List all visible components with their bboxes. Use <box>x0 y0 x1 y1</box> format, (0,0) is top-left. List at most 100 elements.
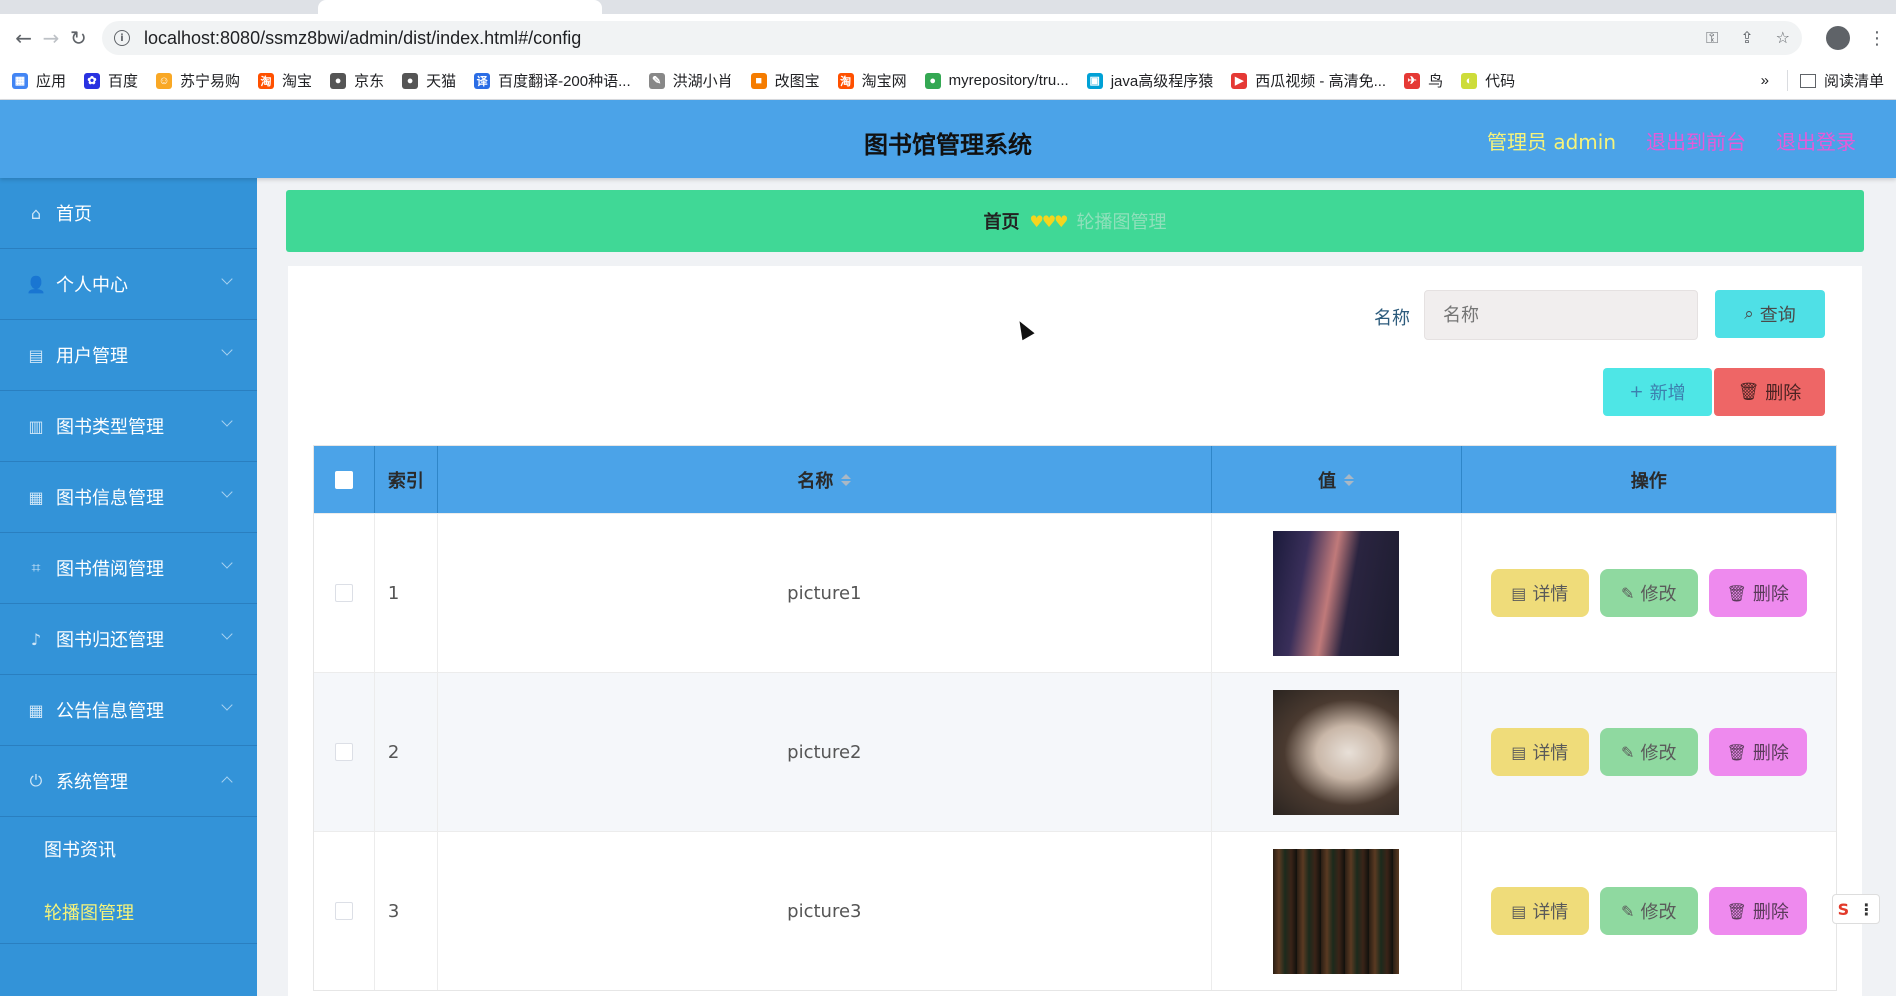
profile-avatar[interactable] <box>1825 26 1850 50</box>
column-header-ops: 操作 <box>1630 470 1667 492</box>
delete-button-label: 删除 <box>1752 902 1789 923</box>
bookmark-item[interactable]: 淘淘宝 <box>258 70 312 91</box>
bookmarks-more-icon[interactable]: » <box>1761 72 1769 89</box>
chevron-down-icon <box>221 557 233 569</box>
bookmark-icon: 淘 <box>837 72 854 89</box>
bookmark-label: 百度 <box>108 73 139 90</box>
forward-icon[interactable]: → <box>37 23 64 53</box>
exit-to-front-link[interactable]: 退出到前台 <box>1646 126 1746 155</box>
bookmark-item[interactable]: ✈ 鸟 <box>1404 70 1443 91</box>
sort-icon[interactable] <box>841 473 852 486</box>
bookmark-icon: ▶ <box>1231 72 1248 89</box>
bookmark-label: 淘宝网 <box>861 73 907 90</box>
admin-label: 管理员 admin <box>1486 130 1616 154</box>
delete-button[interactable]: 🗑 删除 <box>1708 887 1807 935</box>
bookmark-item[interactable]: ◐ 代码 <box>1461 70 1515 91</box>
bookmark-item[interactable]: ■ 改图宝 <box>750 70 820 91</box>
bookmark-icon: ● <box>402 72 419 89</box>
reload-icon[interactable]: ↻ <box>65 23 92 53</box>
chevron-down-icon <box>221 699 233 711</box>
column-header-name[interactable]: 名称 <box>438 446 1212 513</box>
sort-icon[interactable] <box>1344 473 1355 486</box>
bookmark-item[interactable]: ▣ java高级程序猿 <box>1086 70 1213 91</box>
bookmark-item[interactable]: ▶ 西瓜视频 - 高清免... <box>1231 70 1386 91</box>
trash-icon: 🗑 <box>1726 901 1747 921</box>
sidebar-item[interactable]: ⌂ 首页 <box>0 178 257 249</box>
address-url[interactable]: localhost:8080/ssmz8bwi/admin/dist/index… <box>144 28 581 49</box>
ime-s-icon[interactable]: S <box>1838 900 1850 919</box>
back-icon[interactable]: ← <box>10 23 37 53</box>
delete-button[interactable]: 🗑 删除 <box>1708 569 1807 617</box>
edit-icon: ✎ <box>1621 901 1635 921</box>
bookmark-label: 改图宝 <box>774 73 820 90</box>
bookmark-item[interactable]: ✿ 百度 <box>84 70 138 91</box>
share-icon[interactable]: ⇪ <box>1740 28 1753 48</box>
site-info-icon[interactable]: i <box>113 30 130 46</box>
star-icon[interactable]: ☆ <box>1776 28 1790 48</box>
apps-icon: ▦ <box>28 700 44 720</box>
search-input[interactable] <box>1424 290 1698 340</box>
bookmark-item[interactable]: ● 京东 <box>330 70 384 91</box>
sidebar-item[interactable]: ▥ 图书类型管理 <box>0 391 257 462</box>
sidebar-item[interactable]: ▦ 图书信息管理 <box>0 462 257 533</box>
delete-button[interactable]: 🗑 删除 <box>1708 728 1807 776</box>
edit-button[interactable]: ✎ 修改 <box>1599 728 1698 776</box>
sidebar-item[interactable]: ▤ 用户管理 <box>0 320 257 391</box>
bookmark-item[interactable]: ✎ 洪湖小肖 <box>648 70 733 91</box>
bookmark-item[interactable]: 淘淘宝网 <box>837 70 907 91</box>
sidebar-subitem[interactable]: 图书资讯 <box>0 817 257 880</box>
detail-button[interactable]: ▤ 详情 <box>1490 887 1589 935</box>
column-header-value[interactable]: 值 <box>1212 446 1462 513</box>
bookmark-item[interactable]: ● 天猫 <box>402 70 456 91</box>
browser-menu-icon[interactable]: ⋮ <box>1868 28 1886 49</box>
sidebar-item[interactable]: ⌗ 图书借阅管理 <box>0 533 257 604</box>
row-checkbox[interactable] <box>334 902 353 920</box>
bookmark-icon: 译 <box>474 72 491 89</box>
address-bar[interactable]: i localhost:8080/ssmz8bwi/admin/dist/ind… <box>101 21 1802 55</box>
reading-list[interactable]: 阅读清单 <box>1786 70 1884 91</box>
bookmark-item[interactable]: ▦ 应用 <box>12 70 66 91</box>
chevron-down-icon <box>221 415 233 427</box>
bulk-delete-button[interactable]: 🗑 删除 <box>1714 368 1825 416</box>
row-thumbnail-image[interactable] <box>1273 848 1400 974</box>
row-thumbnail-image[interactable] <box>1273 689 1400 815</box>
search-button[interactable]: ⌕ 查询 <box>1715 290 1825 338</box>
sidebar-item[interactable]: ▦ 公告信息管理 <box>0 675 257 746</box>
bookmark-item[interactable]: ● myrepository/tru... <box>924 72 1069 89</box>
grid-icon: ▦ <box>28 487 44 507</box>
bookmark-label: 洪湖小肖 <box>672 73 733 90</box>
sidebar-item-label: 公告信息管理 <box>56 701 164 722</box>
breadcrumb-home[interactable]: 首页 <box>983 208 1019 234</box>
row-checkbox[interactable] <box>334 743 353 761</box>
ime-more-icon[interactable]: ⋮ <box>1858 900 1874 919</box>
sidebar-item[interactable]: 👤 个人中心 <box>0 249 257 320</box>
sidebar-item[interactable]: ⏻ 系统管理 <box>0 746 257 817</box>
edit-button[interactable]: ✎ 修改 <box>1599 569 1698 617</box>
select-all-checkbox[interactable] <box>334 470 353 489</box>
ime-toolbar[interactable]: S ⋮ <box>1832 894 1880 924</box>
sidebar-subitem[interactable]: 轮播图管理 <box>0 880 257 943</box>
row-index: 1 <box>375 514 438 672</box>
bookmark-label: 应用 <box>36 73 67 90</box>
browser-tabstrip <box>0 0 1896 14</box>
home-icon: ⌂ <box>30 203 42 223</box>
bookmark-item[interactable]: ☺ 苏宁易购 <box>156 70 240 91</box>
row-thumbnail-image[interactable] <box>1273 530 1400 656</box>
chevron-down-icon <box>221 273 233 285</box>
delete-button-label: 删除 <box>1752 584 1789 605</box>
browser-active-tab[interactable] <box>318 0 602 14</box>
detail-button[interactable]: ▤ 详情 <box>1490 569 1589 617</box>
detail-button[interactable]: ▤ 详情 <box>1490 728 1589 776</box>
sidebar-item[interactable]: ♪ 图书归还管理 <box>0 604 257 675</box>
row-name: picture3 <box>438 832 1212 990</box>
add-button[interactable]: + 新增 <box>1603 368 1712 416</box>
app-header: 图书馆管理系统 管理员 admin 退出到前台 退出登录 <box>0 100 1896 178</box>
trash-icon: 🗑 <box>1737 382 1760 402</box>
edit-button-label: 修改 <box>1640 902 1677 923</box>
bookmark-item[interactable]: 译百度翻译-200种语... <box>474 70 631 91</box>
logout-link[interactable]: 退出登录 <box>1776 126 1856 155</box>
key-icon[interactable]: ⚿ <box>1706 28 1718 48</box>
row-checkbox[interactable] <box>334 584 353 602</box>
edit-button[interactable]: ✎ 修改 <box>1599 887 1698 935</box>
bookmark-label: 西瓜视频 - 高清免... <box>1255 73 1387 90</box>
